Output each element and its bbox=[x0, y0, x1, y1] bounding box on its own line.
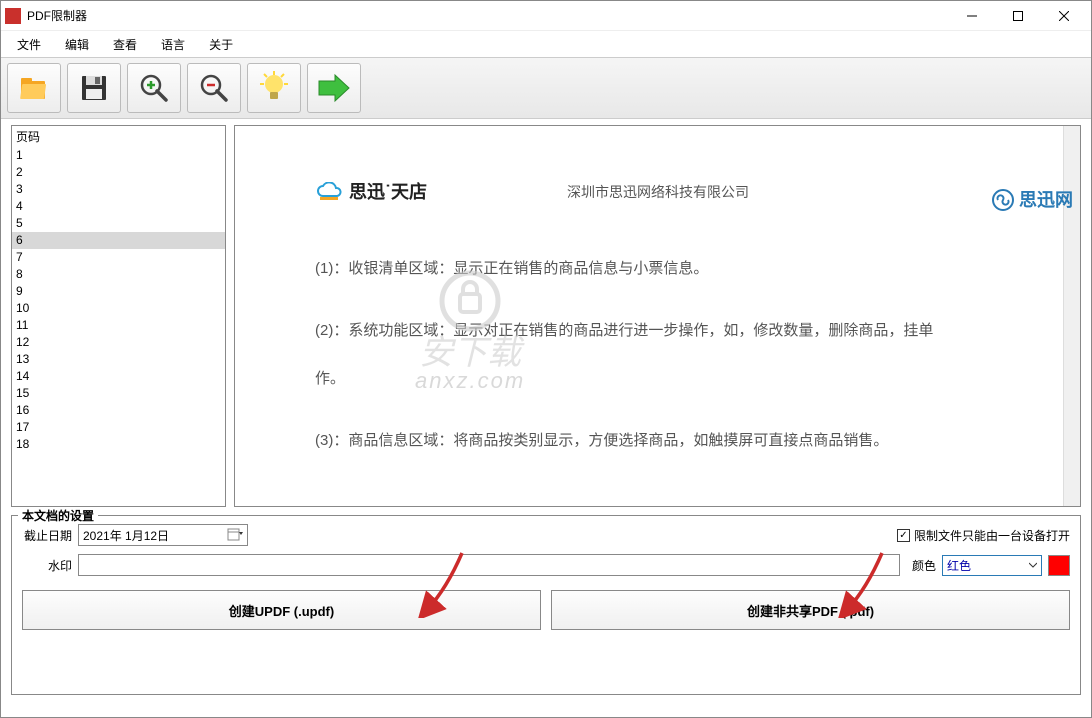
doc-line-2b: 作。 bbox=[315, 358, 1043, 400]
menu-file[interactable]: 文件 bbox=[5, 32, 53, 57]
menu-language[interactable]: 语言 bbox=[149, 32, 197, 57]
preview-pane: 安下载 anxz.com 思迅˙天店 深圳市思迅网络科技有限公司 思迅网 (1)… bbox=[234, 125, 1081, 507]
lightbulb-icon bbox=[257, 71, 291, 105]
main-area: 页码 123456789101112131415161718 安下载 anxz.… bbox=[1, 119, 1091, 507]
create-updf-button[interactable]: 创建UPDF (.updf) bbox=[22, 590, 541, 630]
hint-button[interactable] bbox=[247, 63, 301, 113]
page-item[interactable]: 12 bbox=[12, 334, 225, 351]
checkbox-icon: ✓ bbox=[897, 529, 910, 542]
chevron-down-icon bbox=[1029, 561, 1037, 569]
page-item[interactable]: 6 bbox=[12, 232, 225, 249]
expiry-value: 2021年 1月12日 bbox=[83, 527, 169, 544]
expiry-date-input[interactable]: 2021年 1月12日 bbox=[78, 524, 248, 546]
page-item[interactable]: 1 bbox=[12, 147, 225, 164]
minimize-button[interactable] bbox=[949, 1, 995, 31]
expiry-label: 截止日期 bbox=[22, 527, 72, 544]
color-label: 颜色 bbox=[912, 557, 936, 574]
page-item[interactable]: 16 bbox=[12, 402, 225, 419]
sidebar-header: 页码 bbox=[12, 126, 225, 147]
menu-about[interactable]: 关于 bbox=[197, 32, 245, 57]
open-folder-icon bbox=[17, 71, 51, 105]
open-button[interactable] bbox=[7, 63, 61, 113]
window-title: PDF限制器 bbox=[27, 7, 949, 24]
menu-view[interactable]: 查看 bbox=[101, 32, 149, 57]
run-arrow-icon bbox=[315, 71, 353, 105]
page-item[interactable]: 9 bbox=[12, 283, 225, 300]
page-item[interactable]: 10 bbox=[12, 300, 225, 317]
page-item[interactable]: 3 bbox=[12, 181, 225, 198]
window-controls bbox=[949, 1, 1087, 31]
page-item[interactable]: 8 bbox=[12, 266, 225, 283]
page-item[interactable]: 7 bbox=[12, 249, 225, 266]
save-icon bbox=[77, 71, 111, 105]
watermark-label: 水印 bbox=[22, 557, 72, 574]
close-button[interactable] bbox=[1041, 1, 1087, 31]
toolbar bbox=[1, 57, 1091, 119]
doc-line-1: (1)：收银清单区域：显示正在销售的商品信息与小票信息。 bbox=[315, 248, 1043, 290]
settings-panel: 本文档的设置 截止日期 2021年 1月12日 ✓ 限制文件只能由一台设备打开 … bbox=[11, 515, 1081, 695]
doc-header: 思迅˙天店 深圳市思迅网络科技有限公司 bbox=[315, 176, 1043, 208]
menu-edit[interactable]: 编辑 bbox=[53, 32, 101, 57]
restrict-device-checkbox[interactable]: ✓ 限制文件只能由一台设备打开 bbox=[897, 527, 1070, 544]
page-item[interactable]: 5 bbox=[12, 215, 225, 232]
vertical-scrollbar[interactable] bbox=[1063, 126, 1080, 506]
maximize-button[interactable] bbox=[995, 1, 1041, 31]
doc-company: 深圳市思迅网络科技有限公司 bbox=[567, 180, 749, 205]
create-pdf-button[interactable]: 创建非共享PDF (.pdf) bbox=[551, 590, 1070, 630]
calendar-dropdown-icon bbox=[227, 528, 243, 542]
watermark-row: 水印 颜色 红色 bbox=[22, 554, 1070, 576]
zoom-in-icon bbox=[137, 71, 171, 105]
page-item[interactable]: 13 bbox=[12, 351, 225, 368]
page-item[interactable]: 14 bbox=[12, 368, 225, 385]
page-item[interactable]: 17 bbox=[12, 419, 225, 436]
page-list[interactable]: 123456789101112131415161718 bbox=[12, 147, 225, 506]
doc-line-3: (3)：商品信息区域：将商品按类别显示，方便选择商品，如触摸屏可直接点商品销售。 bbox=[315, 420, 1043, 462]
color-value: 红色 bbox=[947, 557, 971, 574]
zoom-out-button[interactable] bbox=[187, 63, 241, 113]
doc-logo: 思迅˙天店 bbox=[315, 176, 427, 208]
save-button[interactable] bbox=[67, 63, 121, 113]
page-item[interactable]: 15 bbox=[12, 385, 225, 402]
color-select[interactable]: 红色 bbox=[942, 555, 1042, 576]
doc-line-2: (2)：系统功能区域：显示对正在销售的商品进行进一步操作，如，修改数量，删除商品… bbox=[315, 310, 1043, 352]
cloud-icon bbox=[315, 182, 343, 202]
document-content: 安下载 anxz.com 思迅˙天店 深圳市思迅网络科技有限公司 思迅网 (1)… bbox=[235, 126, 1063, 506]
titlebar: PDF限制器 bbox=[1, 1, 1091, 31]
menubar: 文件 编辑 查看 语言 关于 bbox=[1, 31, 1091, 57]
page-item[interactable]: 18 bbox=[12, 436, 225, 453]
page-sidebar: 页码 123456789101112131415161718 bbox=[11, 125, 226, 507]
zoom-in-button[interactable] bbox=[127, 63, 181, 113]
zoom-out-icon bbox=[197, 71, 231, 105]
run-button[interactable] bbox=[307, 63, 361, 113]
page-item[interactable]: 11 bbox=[12, 317, 225, 334]
restrict-device-label: 限制文件只能由一台设备打开 bbox=[914, 527, 1070, 544]
expiry-row: 截止日期 2021年 1月12日 ✓ 限制文件只能由一台设备打开 bbox=[22, 524, 1070, 546]
color-swatch[interactable] bbox=[1048, 555, 1070, 576]
watermark-input[interactable] bbox=[78, 554, 900, 576]
page-item[interactable]: 2 bbox=[12, 164, 225, 181]
app-icon bbox=[5, 8, 21, 24]
right-brand: 思迅网 bbox=[991, 184, 1073, 216]
create-buttons-row: 创建UPDF (.updf) 创建非共享PDF (.pdf) bbox=[22, 590, 1070, 630]
infinity-icon bbox=[991, 188, 1015, 212]
settings-title: 本文档的设置 bbox=[18, 507, 98, 524]
page-item[interactable]: 4 bbox=[12, 198, 225, 215]
